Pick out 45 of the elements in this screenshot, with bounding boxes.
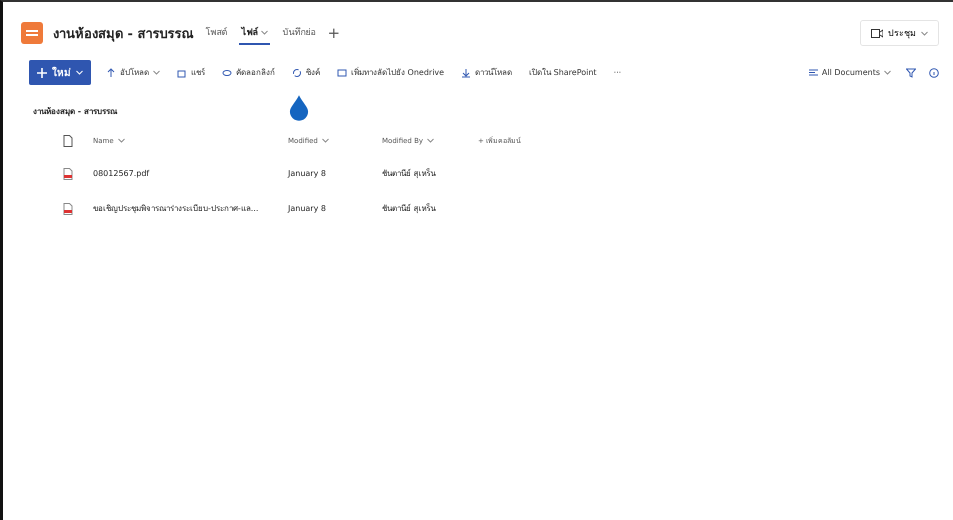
pdf-file-icon	[63, 202, 73, 214]
plus-icon	[37, 68, 47, 78]
team-title: งานห้องสมุด - สารบรรณ	[53, 26, 194, 44]
channel-tab[interactable]: โพสต์	[203, 21, 230, 45]
team-logo	[21, 22, 43, 44]
folder-icon	[337, 68, 347, 78]
info-icon[interactable]	[929, 68, 939, 78]
chevron-icon	[427, 138, 434, 143]
toolbar-button[interactable]: เพิ่มทางลัดไปยัง Onedrive	[335, 64, 446, 81]
pdf-file-icon	[63, 168, 73, 180]
toolbar-button[interactable]: อัปโหลด	[104, 64, 162, 81]
share-icon	[177, 68, 187, 78]
toolbar-button[interactable]: ···	[612, 66, 624, 79]
video-camera-icon	[871, 28, 883, 38]
chevron-icon	[118, 138, 125, 143]
table-cell-text: ชันตานีย์ สุเหร็น	[382, 167, 437, 180]
meeting-button[interactable]: ประชุม	[860, 20, 939, 46]
table-cell-text: January 8	[288, 203, 327, 215]
file-type-icon	[63, 134, 73, 146]
download-icon	[461, 68, 472, 78]
chevron-icon	[76, 70, 83, 75]
toolbar-button[interactable]: แชร์	[175, 64, 207, 81]
view-dropdown[interactable]: All Documents	[806, 66, 893, 79]
toolbar-button[interactable]: ซิงค์	[290, 64, 322, 81]
new-button[interactable]: ใหม่	[29, 60, 91, 85]
add-tab-button[interactable]: +	[327, 24, 340, 42]
chevron-icon	[884, 70, 891, 75]
channel-tab[interactable]: ไฟล์	[239, 21, 270, 45]
chevron-icon	[921, 30, 928, 36]
toolbar-button[interactable]: ดาวน์โหลด	[459, 64, 514, 81]
file-name[interactable]: 08012567.pdf	[93, 158, 288, 189]
toolbar-button[interactable]: คัดลอกลิงก์	[220, 64, 277, 81]
table-cell-text: ชันตานีย์ สุเหร็น	[382, 202, 437, 216]
table-cell-text: January 8	[288, 168, 327, 180]
link-icon	[222, 68, 232, 78]
filter-icon[interactable]	[906, 68, 916, 78]
channel-tab[interactable]: บันทึกย่อ	[280, 21, 318, 45]
chevron-icon	[322, 138, 329, 143]
file-name[interactable]: ขอเชิญประชุมพิจารณาร่างระเบียบ-ประกาศ-แล...	[93, 191, 288, 226]
toolbar-button[interactable]: เปิดใน SharePoint	[527, 64, 599, 81]
drop-icon	[288, 95, 309, 121]
breadcrumb: งานห้องสมุด - สารบรรณ	[33, 106, 117, 118]
upload-icon	[106, 68, 116, 78]
list-icon	[808, 69, 818, 76]
sync-icon	[292, 68, 302, 78]
